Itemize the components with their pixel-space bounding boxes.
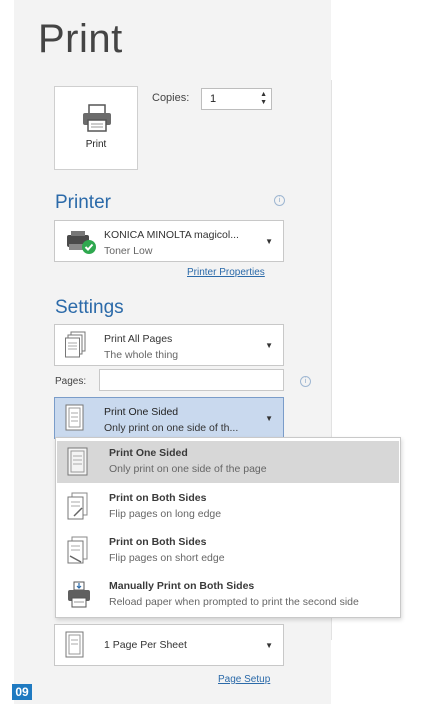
info-icon[interactable]: i xyxy=(300,376,311,387)
sided-options-menu: Print One Sided Only print on one side o… xyxy=(55,437,401,618)
printer-dropdown[interactable]: KONICA MINOLTA magicol... Toner Low ▼ xyxy=(54,220,284,262)
menu-item-label: Print One Sided xyxy=(109,447,188,459)
print-button-label: Print xyxy=(85,139,107,150)
copies-value: 1 xyxy=(210,93,217,105)
one-sided-page-icon xyxy=(65,404,85,437)
menu-item-label: Manually Print on Both Sides xyxy=(109,580,255,592)
printer-heading: Printer xyxy=(55,192,111,213)
sided-sub: Only print on one side of th... xyxy=(104,422,239,434)
print-pages-dropdown[interactable]: Print All Pages The whole thing ▼ xyxy=(54,324,284,366)
menu-item-label: Print on Both Sides xyxy=(109,492,207,504)
single-page-icon xyxy=(65,631,85,664)
printer-status: Toner Low xyxy=(104,245,153,257)
copies-label: Copies: xyxy=(152,92,190,104)
copies-stepper[interactable]: 1 ▲ ▼ xyxy=(201,88,272,110)
sided-main: Print One Sided xyxy=(104,406,179,418)
pages-per-sheet-dropdown[interactable]: 1 Page Per Sheet ▼ xyxy=(54,624,284,666)
pages-per-sheet-main: 1 Page Per Sheet xyxy=(104,639,187,651)
menu-item-description: Reload paper when prompted to print the … xyxy=(109,596,359,608)
manual-duplex-printer-icon xyxy=(66,580,92,615)
sided-dropdown[interactable]: Print One Sided Only print on one side o… xyxy=(54,397,284,439)
menu-item-print-both-long-edge[interactable]: Print on Both Sides Flip pages on long e… xyxy=(57,486,399,528)
menu-item-description: Only print on one side of the page xyxy=(109,463,267,475)
one-sided-page-icon xyxy=(66,447,90,482)
print-pages-sub: The whole thing xyxy=(104,349,179,361)
menu-item-print-both-short-edge[interactable]: Print on Both Sides Flip pages on short … xyxy=(57,530,399,572)
printer-status-icon xyxy=(65,229,99,260)
spin-arrows-icon[interactable]: ▲ ▼ xyxy=(260,91,267,107)
step-badge: 09 xyxy=(12,684,32,700)
menu-item-description: Flip pages on long edge xyxy=(109,508,222,520)
pages-stack-icon xyxy=(65,331,87,364)
printer-icon xyxy=(80,103,114,138)
chevron-down-icon: ▼ xyxy=(265,237,273,246)
chevron-down-icon: ▼ xyxy=(265,341,273,350)
menu-item-manually-print-both[interactable]: Manually Print on Both Sides Reload pape… xyxy=(57,574,399,616)
pages-input[interactable] xyxy=(99,369,284,391)
chevron-down-icon: ▼ xyxy=(265,641,273,650)
page-title: Print xyxy=(38,17,123,61)
short-edge-flip-icon xyxy=(66,536,90,571)
printer-name: KONICA MINOLTA magicol... xyxy=(104,229,239,241)
settings-heading: Settings xyxy=(55,297,124,318)
menu-item-description: Flip pages on short edge xyxy=(109,552,225,564)
printer-properties-link[interactable]: Printer Properties xyxy=(187,267,265,278)
pages-label: Pages: xyxy=(55,376,87,387)
print-pages-main: Print All Pages xyxy=(104,333,173,345)
chevron-down-icon: ▼ xyxy=(265,414,273,423)
long-edge-flip-icon xyxy=(66,492,90,527)
menu-item-print-one-sided[interactable]: Print One Sided Only print on one side o… xyxy=(57,441,399,483)
print-button[interactable]: Print xyxy=(54,86,138,170)
info-icon[interactable]: i xyxy=(274,195,285,206)
page-setup-link[interactable]: Page Setup xyxy=(218,674,270,685)
menu-item-label: Print on Both Sides xyxy=(109,536,207,548)
